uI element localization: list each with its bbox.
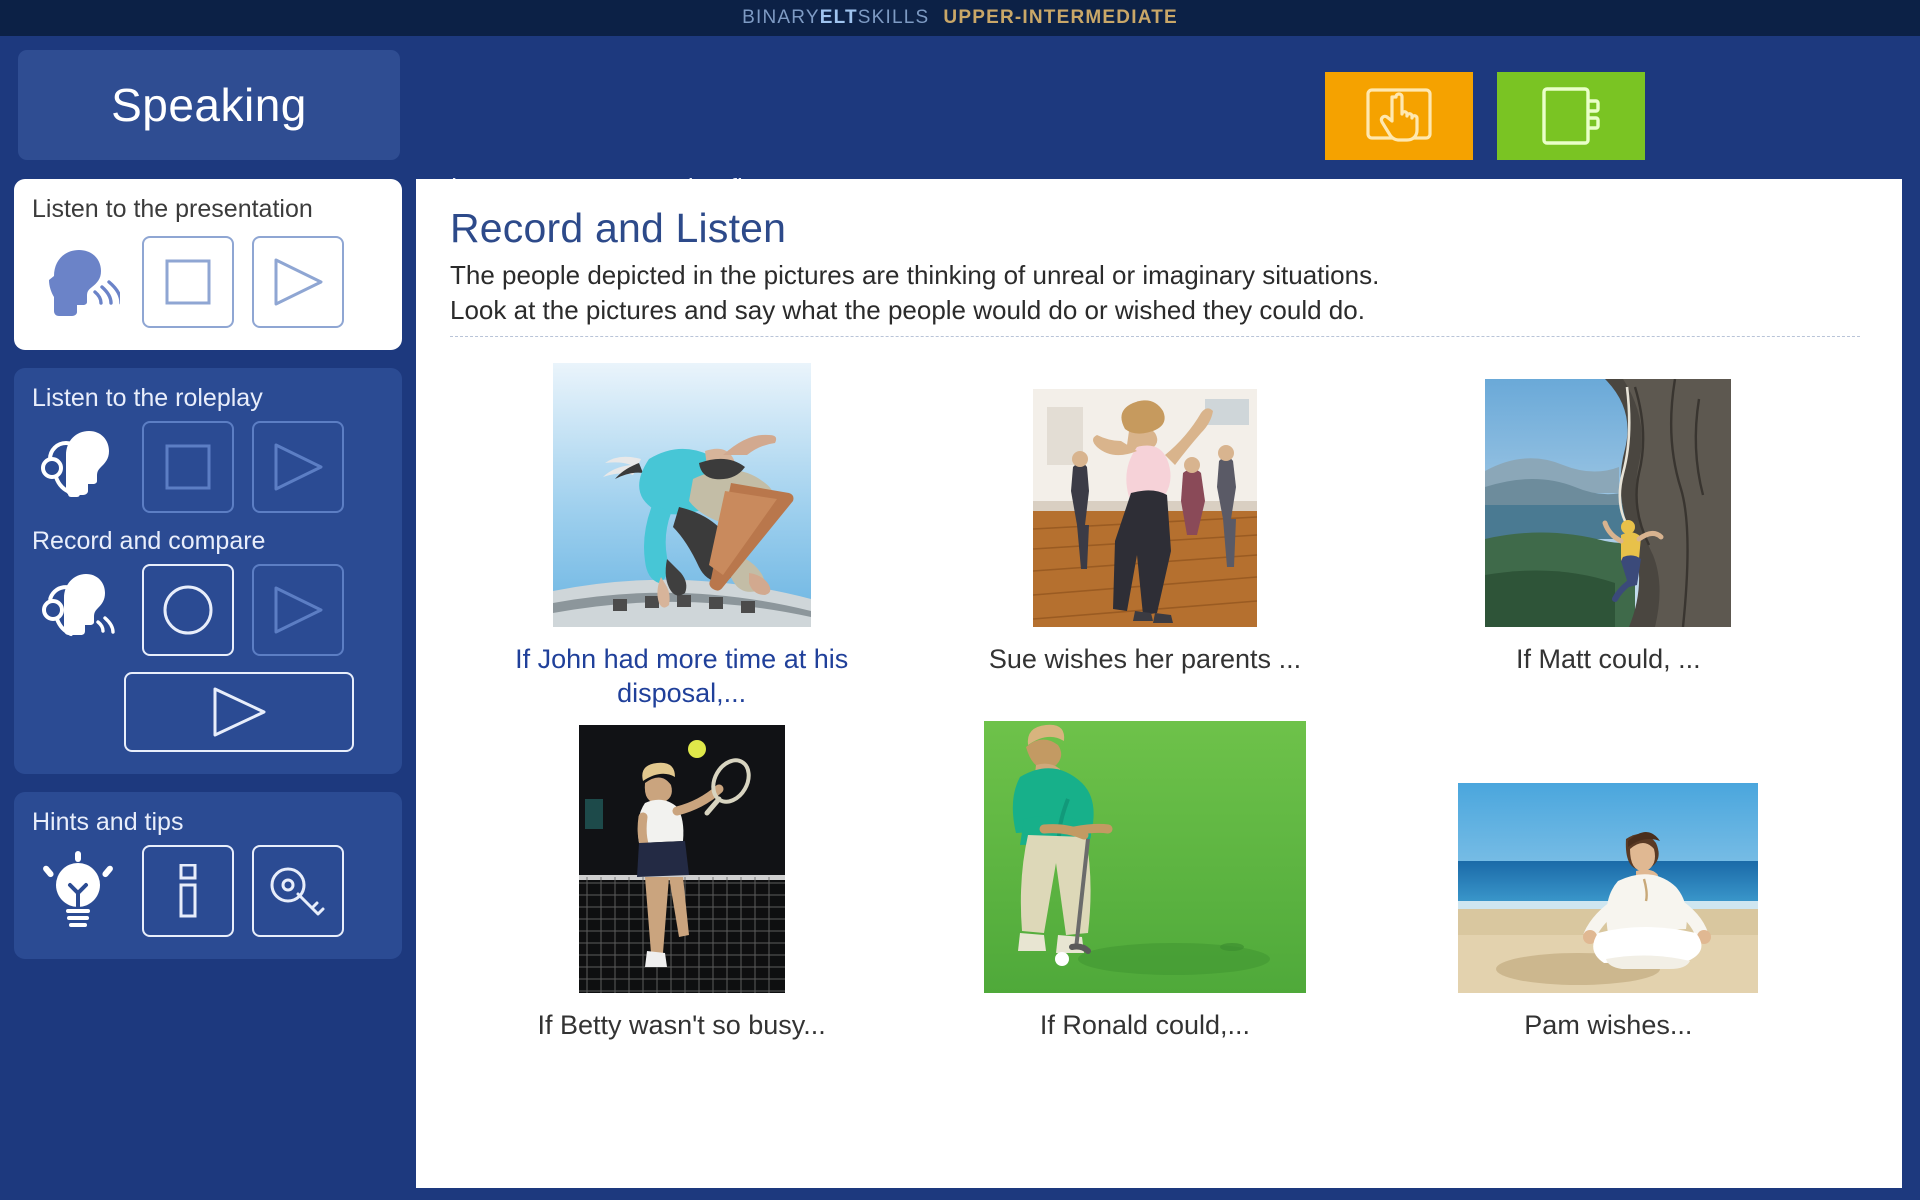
sidebar-card-label: Listen to the presentation — [32, 195, 384, 224]
notebook-icon — [1540, 84, 1602, 148]
skateboarder-image — [553, 363, 811, 627]
thumbnail-container — [984, 725, 1306, 993]
picture-caption[interactable]: Sue wishes her parents ... — [989, 643, 1301, 677]
lightbulb-icon — [32, 845, 124, 937]
picture-caption[interactable]: If Matt could, ... — [1516, 643, 1701, 677]
control-row — [32, 845, 384, 937]
brand-elt: ELT — [820, 7, 858, 28]
skill-tab-speaking[interactable]: Speaking — [18, 50, 400, 160]
sidebar-card-listen-presentation[interactable]: Listen to the presentation — [14, 179, 402, 350]
headset-head-icon — [32, 421, 124, 513]
thumbnail-container — [553, 359, 811, 627]
play-button[interactable] — [252, 564, 344, 656]
picture-grid: If John had more time at his disposal,..… — [450, 359, 1840, 1042]
brand-text: BINARYELTSKILLS UPPER-INTERMEDIATE — [742, 7, 1178, 29]
brand-binary: BINARY — [742, 7, 820, 28]
sidebar: Listen to the presentation — [0, 179, 416, 1200]
picture-caption[interactable]: If John had more time at his disposal,..… — [492, 643, 872, 711]
sidebar-card-label: Listen to the roleplay — [32, 384, 384, 413]
golfer-image — [984, 721, 1306, 993]
play-comparison-button[interactable] — [124, 672, 354, 752]
tennis-image — [579, 725, 785, 993]
picture-item[interactable]: If Betty wasn't so busy... — [450, 725, 913, 1043]
picture-item[interactable]: Sue wishes her parents ... — [913, 359, 1376, 711]
interactive-activity-button[interactable] — [1325, 72, 1473, 160]
notebook-button[interactable] — [1497, 72, 1645, 160]
brand-skills: SKILLS — [858, 7, 930, 28]
sidebar-card-label: Hints and tips — [32, 808, 384, 837]
skill-tab-label: Speaking — [111, 78, 307, 132]
control-row — [32, 421, 384, 513]
record-button[interactable] — [142, 564, 234, 656]
brand-level: UPPER-INTERMEDIATE — [943, 7, 1177, 28]
sidebar-card-hints-tips[interactable]: Hints and tips — [14, 792, 402, 959]
control-row — [32, 236, 384, 328]
play-button[interactable] — [252, 236, 344, 328]
info-button[interactable] — [142, 845, 234, 937]
stop-button[interactable] — [142, 421, 234, 513]
headset-speaking-head-icon — [32, 564, 124, 656]
key-button[interactable] — [252, 845, 344, 937]
hand-pointer-icon — [1366, 85, 1432, 147]
yoga-beach-image — [1458, 783, 1758, 993]
picture-item[interactable]: If Matt could, ... — [1377, 359, 1840, 711]
thumbnail-container — [1033, 359, 1257, 627]
section-divider — [450, 336, 1860, 337]
sidebar-card-roleplay-record[interactable]: Listen to the roleplay — [14, 368, 402, 774]
speaking-head-icon — [32, 236, 124, 328]
thumbnail-container — [1458, 725, 1758, 993]
instruction-line-1: The people depicted in the pictures are … — [450, 258, 1868, 293]
page-title: Record and Listen — [450, 205, 1868, 252]
play-button[interactable] — [252, 421, 344, 513]
picture-caption[interactable]: If Ronald could,... — [1040, 1009, 1250, 1043]
control-row — [32, 564, 384, 656]
main-panel: Record and Listen The people depicted in… — [416, 179, 1902, 1188]
header-bar: Speaking Unit 11 Lesson A: Keeping fit — [0, 36, 1920, 179]
brand-bar: BINARYELTSKILLS UPPER-INTERMEDIATE — [0, 0, 1920, 36]
header-buttons — [1325, 72, 1645, 160]
picture-item[interactable]: If Ronald could,... — [913, 725, 1376, 1043]
picture-item[interactable]: Pam wishes... — [1377, 725, 1840, 1043]
sidebar-card-label: Record and compare — [32, 527, 384, 556]
instruction-line-2: Look at the pictures and say what the pe… — [450, 293, 1868, 328]
thumbnail-container — [579, 725, 785, 993]
page-body: Listen to the presentation — [0, 179, 1920, 1200]
picture-caption[interactable]: If Betty wasn't so busy... — [538, 1009, 826, 1043]
dancers-image — [1033, 389, 1257, 627]
picture-item[interactable]: If John had more time at his disposal,..… — [450, 359, 913, 711]
picture-caption[interactable]: Pam wishes... — [1524, 1009, 1692, 1043]
climber-image — [1485, 379, 1731, 627]
thumbnail-container — [1485, 359, 1731, 627]
stop-button[interactable] — [142, 236, 234, 328]
